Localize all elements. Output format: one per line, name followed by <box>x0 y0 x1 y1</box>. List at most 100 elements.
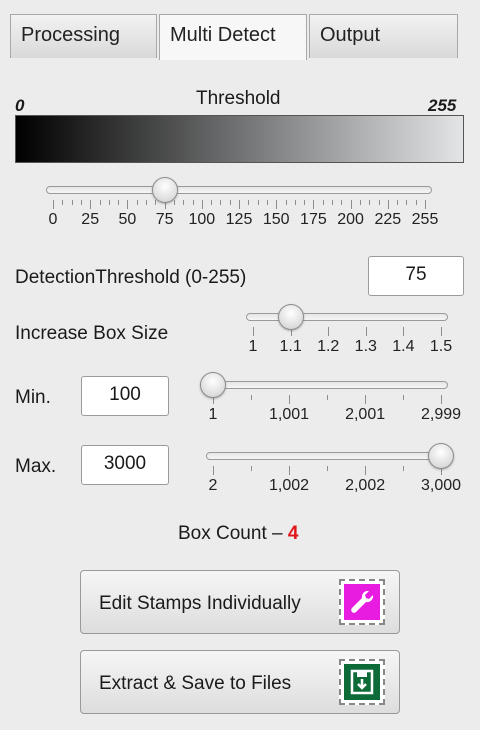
box-count: Box Count – 4 <box>178 523 298 545</box>
detection-threshold-label: DetectionThreshold (0-255) <box>15 267 247 288</box>
max-label: Max. <box>15 456 57 477</box>
tab-output-label: Output <box>320 24 381 46</box>
slider-tick-label: 3,000 <box>420 477 462 494</box>
slider-major-tick <box>53 200 54 209</box>
slider-minor-tick <box>80 200 82 205</box>
slider-minor-tick <box>211 200 213 205</box>
slider-minor-tick <box>403 466 404 471</box>
slider-tick-label: 200 <box>337 211 364 228</box>
slider-major-tick <box>425 200 426 209</box>
slider-major-tick <box>289 466 291 475</box>
slider-thumb[interactable] <box>428 443 454 469</box>
extract-save-button[interactable]: Extract & Save to Files <box>80 650 400 714</box>
gradient-title: Threshold <box>196 88 281 109</box>
slider-major-tick <box>441 395 442 404</box>
slider-minor-tick <box>118 200 120 205</box>
slider-major-tick <box>253 327 254 336</box>
slider-tick-label: 175 <box>300 211 327 228</box>
slider-minor-tick <box>155 200 157 205</box>
tab-multi-detect-label: Multi Detect <box>170 24 276 46</box>
slider-minor-tick <box>406 200 408 205</box>
threshold-slider[interactable]: 0 25 50 75 100 125 150 175 200 225 255 <box>46 177 438 256</box>
slider-major-tick <box>313 200 315 209</box>
slider-minor-tick <box>359 200 361 205</box>
edit-stamps-label: Edit Stamps Individually <box>99 593 301 614</box>
slider-minor-tick <box>183 200 185 205</box>
slider-thumb[interactable] <box>151 177 178 203</box>
slider-tick-label: 2 <box>208 477 218 494</box>
slider-minor-tick <box>71 200 73 205</box>
slider-major-tick <box>127 200 129 209</box>
slider-tick-label: 1.1 <box>279 338 302 355</box>
slider-minor-tick <box>369 200 371 205</box>
slider-thumb[interactable] <box>200 372 226 398</box>
slider-tick-label: 100 <box>188 211 216 228</box>
min-slider[interactable]: 1 1,001 2,001 2,999 <box>200 372 461 451</box>
tab-multi-detect[interactable]: Multi Detect <box>159 14 307 60</box>
tab-processing[interactable]: Processing <box>10 14 157 58</box>
slider-minor-tick <box>146 200 147 205</box>
slider-major-tick <box>276 200 278 209</box>
slider-minor-tick <box>248 200 250 205</box>
box-size-slider[interactable]: 1 1.1 1.2 1.3 1.4 1.5 <box>246 304 452 383</box>
slider-tick-label: 1 <box>208 406 218 423</box>
slider-minor-tick <box>304 200 306 205</box>
box-size-label: Increase Box Size <box>15 323 169 344</box>
slider-tick-label: 2,999 <box>420 406 462 423</box>
box-count-value: 4 <box>287 523 299 544</box>
slider-major-tick <box>365 466 367 475</box>
slider-tick-label: 1 <box>248 338 258 355</box>
detection-threshold-input[interactable]: 75 <box>368 256 464 296</box>
gradient-min-label: 0 <box>15 96 25 115</box>
slider-minor-tick <box>266 200 268 205</box>
slider-tick-label: 225 <box>374 211 402 228</box>
slider-tick-label: 0 <box>48 211 58 228</box>
min-input[interactable]: 100 <box>81 376 169 416</box>
slider-major-tick <box>201 200 203 209</box>
slider-minor-tick <box>136 200 138 205</box>
slider-track[interactable] <box>206 452 448 460</box>
slider-tick-label: 255 <box>411 211 439 228</box>
gradient-max-label: 255 <box>428 96 457 115</box>
slider-major-tick <box>289 395 291 404</box>
edit-stamps-button[interactable]: Edit Stamps Individually <box>80 570 400 634</box>
slider-minor-tick <box>108 200 110 205</box>
max-input[interactable]: 3000 <box>81 445 169 485</box>
slider-track[interactable] <box>46 186 432 194</box>
slider-minor-tick <box>251 466 252 471</box>
box-count-label: Box Count – <box>178 523 283 544</box>
slider-minor-tick <box>327 466 328 471</box>
max-slider[interactable]: 2 1,002 2,002 3,000 <box>206 443 461 522</box>
slider-minor-tick <box>257 200 259 205</box>
slider-thumb[interactable] <box>277 304 304 330</box>
slider-minor-tick <box>341 200 343 205</box>
slider-minor-tick <box>220 200 222 205</box>
slider-tick-label: 50 <box>118 211 137 228</box>
slider-track[interactable] <box>206 381 448 389</box>
slider-major-tick <box>387 200 389 209</box>
slider-tick-label: 2,002 <box>345 477 386 494</box>
tab-output[interactable]: Output <box>309 14 458 58</box>
threshold-gradient-bar <box>15 115 464 163</box>
slider-tick-label: 125 <box>225 211 253 228</box>
slider-tick-label: 1.5 <box>429 338 453 355</box>
slider-minor-tick <box>62 200 64 205</box>
slider-tick-label: 1.4 <box>392 338 415 355</box>
slider-minor-tick <box>332 200 333 205</box>
slider-major-tick <box>441 327 442 336</box>
save-icon <box>339 659 385 705</box>
slider-major-tick <box>403 327 405 336</box>
slider-tick-label: 25 <box>81 211 100 228</box>
tab-bar: Processing Multi Detect Output <box>0 0 480 60</box>
tab-processing-label: Processing <box>21 24 120 46</box>
slider-major-tick <box>213 466 214 475</box>
slider-minor-tick <box>173 200 175 205</box>
slider-track[interactable] <box>246 313 448 321</box>
slider-tick-label: 1,002 <box>269 477 310 494</box>
slider-tick-label: 75 <box>155 211 174 228</box>
slider-minor-tick <box>322 200 324 205</box>
slider-major-tick <box>365 327 367 336</box>
slider-minor-tick <box>327 395 328 400</box>
slider-minor-tick <box>403 395 404 400</box>
min-label: Min. <box>15 387 51 408</box>
